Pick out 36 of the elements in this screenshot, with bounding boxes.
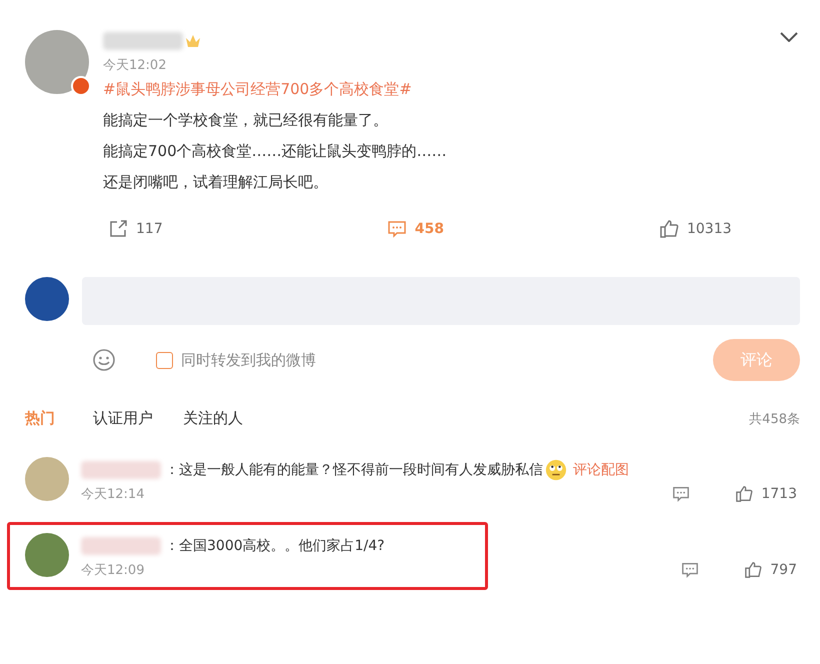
- thumbs-up-icon[interactable]: [744, 561, 762, 579]
- comment-button[interactable]: 评论: [713, 339, 800, 381]
- comment-icon[interactable]: [386, 219, 407, 239]
- checkbox-label: 同时转发到我的微博: [181, 350, 316, 370]
- hashtag-link[interactable]: #鼠头鸭脖涉事母公司经营700多个高校食堂#: [103, 80, 800, 99]
- comment-time: 今天12:14: [81, 486, 144, 503]
- thumbs-up-icon[interactable]: [658, 219, 679, 239]
- comment-text: ：这是一般人能有的能量？怪不得前一段时间有人发威胁私信: [165, 461, 543, 479]
- comment-time: 今天12:09: [81, 562, 144, 579]
- like-count: 1713: [761, 486, 797, 502]
- avatar: [25, 277, 69, 321]
- like-count: 797: [770, 562, 797, 578]
- repost-count: 117: [136, 221, 163, 237]
- image-link[interactable]: 评论配图: [573, 461, 629, 479]
- smiley-icon[interactable]: [92, 348, 116, 372]
- post-text: 能搞定700个高校食堂……还能让鼠头变鸭脖的……: [103, 142, 448, 161]
- share-icon[interactable]: [108, 219, 128, 239]
- post-time: 今天12:02: [103, 57, 168, 74]
- reply-icon[interactable]: [681, 561, 700, 579]
- thumbs-up-icon[interactable]: [735, 485, 754, 503]
- post-text: 能搞定一个学校食堂，就已经很有能量了。: [103, 111, 389, 130]
- comment-total: 共458条: [749, 410, 800, 428]
- post-text: 还是闭嘴吧，试着理解江局长吧。: [103, 173, 329, 192]
- tab[interactable]: 关注的人: [183, 409, 243, 428]
- avatar[interactable]: [25, 533, 69, 577]
- like-count: 10313: [686, 221, 732, 237]
- tab[interactable]: 热门: [25, 409, 55, 428]
- reply-icon[interactable]: [672, 485, 690, 503]
- avatar[interactable]: [25, 457, 69, 501]
- checkbox[interactable]: [156, 352, 173, 368]
- crown-icon: [185, 34, 201, 48]
- chevron-down-icon[interactable]: [780, 32, 798, 42]
- comment-text: ：全国3000高校。。他们家占1/4?: [165, 537, 385, 555]
- verified-badge-icon: [71, 76, 91, 96]
- tab[interactable]: 认证用户: [93, 409, 153, 428]
- comment-count: 458: [414, 221, 444, 237]
